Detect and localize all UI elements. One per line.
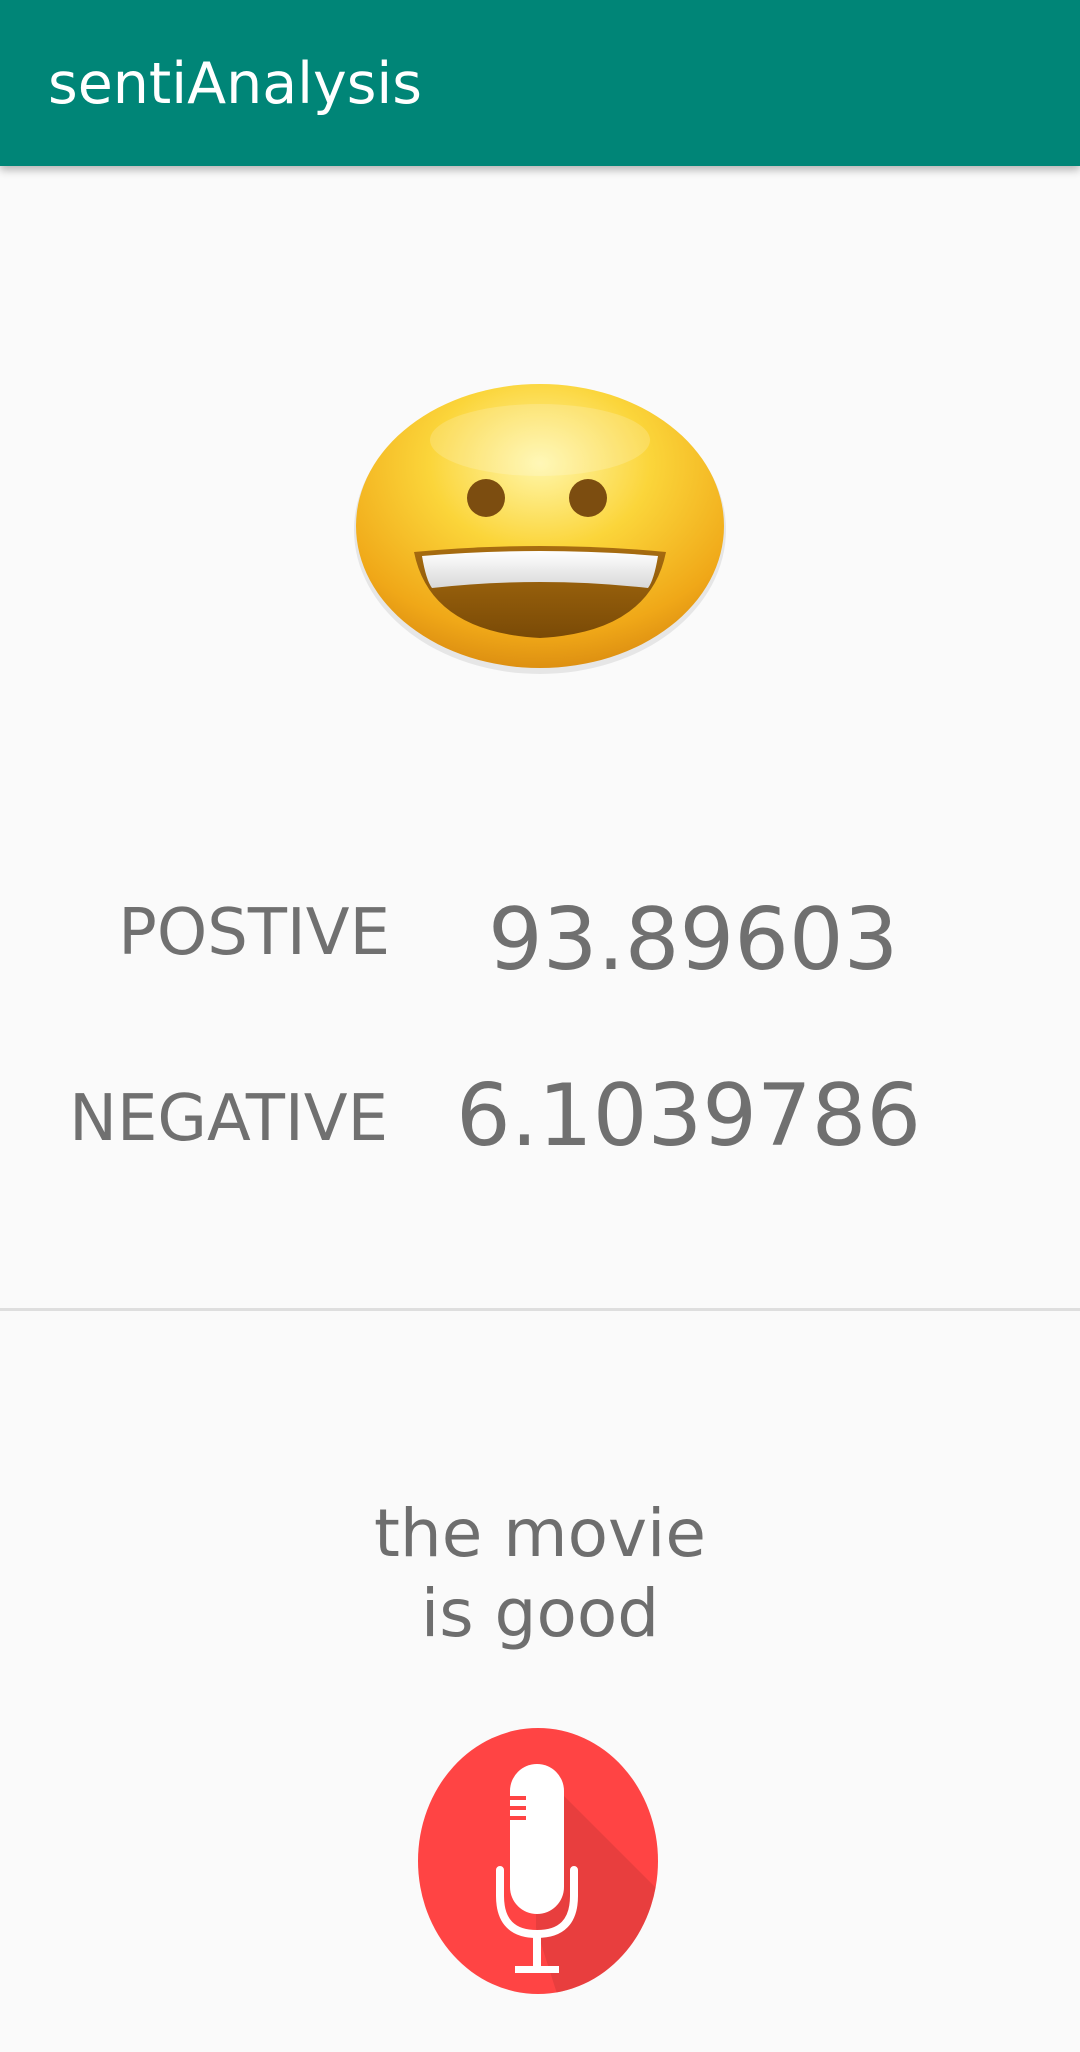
- divider: [0, 1308, 1080, 1311]
- speech-text-line-2: is good: [420, 1575, 660, 1652]
- negative-score: 6.1039786: [456, 1066, 922, 1166]
- app-title: sentiAnalysis: [48, 51, 422, 117]
- microphone-icon: [418, 1728, 658, 1994]
- positive-score: 93.89603: [488, 890, 899, 990]
- grinning-face-icon: [352, 380, 728, 676]
- microphone-button[interactable]: [418, 1728, 658, 1994]
- recognized-speech-text: the movie is good: [240, 1494, 840, 1654]
- app-bar: sentiAnalysis: [0, 0, 1080, 166]
- speech-text-line-1: the movie: [374, 1495, 706, 1572]
- negative-label: NEGATIVE: [69, 1082, 388, 1156]
- positive-label: POSTIVE: [118, 896, 390, 970]
